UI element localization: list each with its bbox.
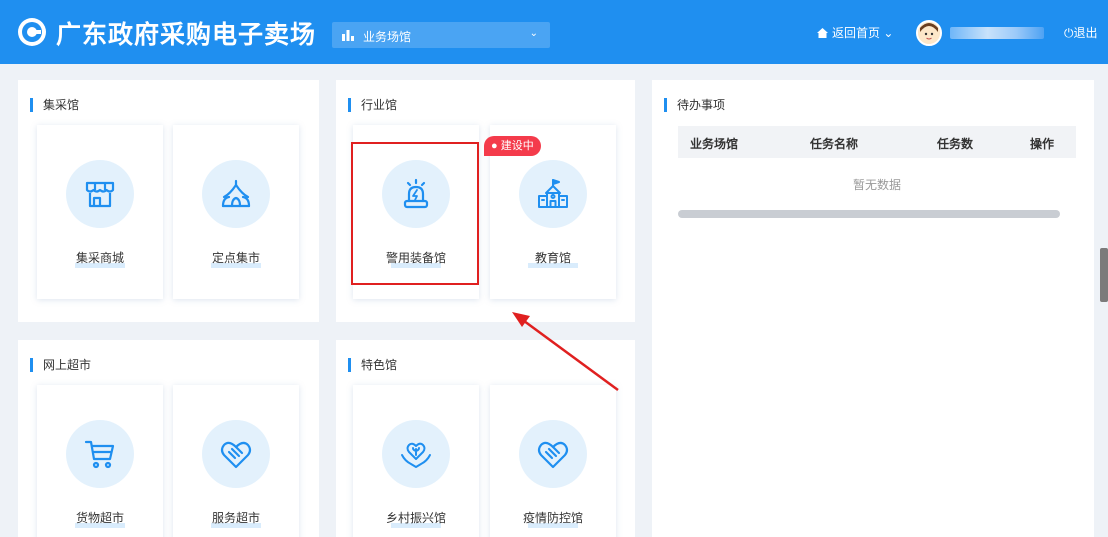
handshake-heart-icon [537,441,569,469]
site-logo-icon [18,18,46,46]
chevron-down-icon: ⌄ [883,26,894,40]
todo-table-header: 业务场馆 任务名称 任务数 操作 [678,126,1076,158]
panel-title-todo: 待办事项 [664,98,725,112]
logout-button[interactable]: ⏻退出 [1064,24,1098,41]
icon-circle [382,420,450,488]
column-header-hall: 业务场馆 [690,137,739,151]
todo-horizontal-scrollbar[interactable] [678,210,1060,218]
badge-label: 建设中 [500,140,534,152]
highlight-annotation-box [351,142,479,285]
column-header-task-name: 任务名称 [810,137,859,151]
school-building-icon [538,179,568,208]
card-label: 疫情防控馆 [522,511,583,525]
home-icon [817,28,828,38]
icon-circle [519,160,587,228]
icon-circle [66,160,134,228]
hands-heart-sprout-icon [401,442,431,468]
hall-selector-dropdown[interactable]: 业务场馆 ⌄ [332,22,550,48]
todo-empty-text: 暂无数据 [852,178,901,192]
card-jicai-mall[interactable]: 集采商城 [37,125,163,299]
shopping-cart-icon [84,440,115,469]
hall-selector-value: 业务场馆 [363,30,412,44]
logout-label: 退出 [1073,26,1098,40]
card-goods-supermarket[interactable]: 货物超市 [37,385,163,537]
column-header-task-count: 任务数 [937,137,974,151]
icon-circle [519,420,587,488]
card-label: 乡村振兴馆 [385,511,446,525]
annotation-arrow [512,312,619,392]
card-rural-revitalization[interactable]: 乡村振兴馆 [353,385,479,537]
top-header-bar: 广东政府采购电子卖场 业务场馆 ⌄ 返回首页 ⌄ ⏻退出 [0,0,1108,64]
page-scrollbar-thumb[interactable] [1100,248,1108,302]
panel-jicai: 集采馆 集采商城 定点集市 [18,80,319,322]
card-label: 教育馆 [534,251,571,265]
tent-icon [221,179,251,208]
chevron-down-icon: ⌄ [529,28,538,39]
card-service-supermarket[interactable]: 服务超市 [173,385,299,537]
handshake-heart-icon [220,441,252,469]
return-home-link[interactable]: 返回首页 ⌄ [817,24,893,41]
card-label: 服务超市 [211,511,260,525]
icon-circle [202,420,270,488]
card-label: 集采商城 [75,251,124,265]
column-header-action: 操作 [1030,137,1055,151]
user-avatar[interactable] [916,20,942,46]
card-label: 定点集市 [211,251,260,265]
card-dingdian-market[interactable]: 定点集市 [173,125,299,299]
power-icon: ⏻ [1064,26,1074,40]
panel-wangshang: 网上超市 货物超市 服务超市 [18,340,319,537]
return-home-label: 返回首页 [832,26,881,40]
panel-title-tese: 特色馆 [348,358,397,372]
card-epidemic-prevention[interactable]: 疫情防控馆 [490,385,616,537]
icon-circle [202,160,270,228]
under-construction-badge: ● 建设中 [484,136,541,156]
username-masked [950,27,1044,39]
panel-title-hangye: 行业馆 [348,98,397,112]
panel-title-jicai: 集采馆 [30,98,79,112]
site-title: 广东政府采购电子卖场 [56,20,317,49]
bar-chart-icon [342,30,354,41]
storefront-icon [85,181,115,208]
card-label: 货物超市 [75,511,124,525]
panel-title-wangshang: 网上超市 [30,358,91,372]
icon-circle [66,420,134,488]
